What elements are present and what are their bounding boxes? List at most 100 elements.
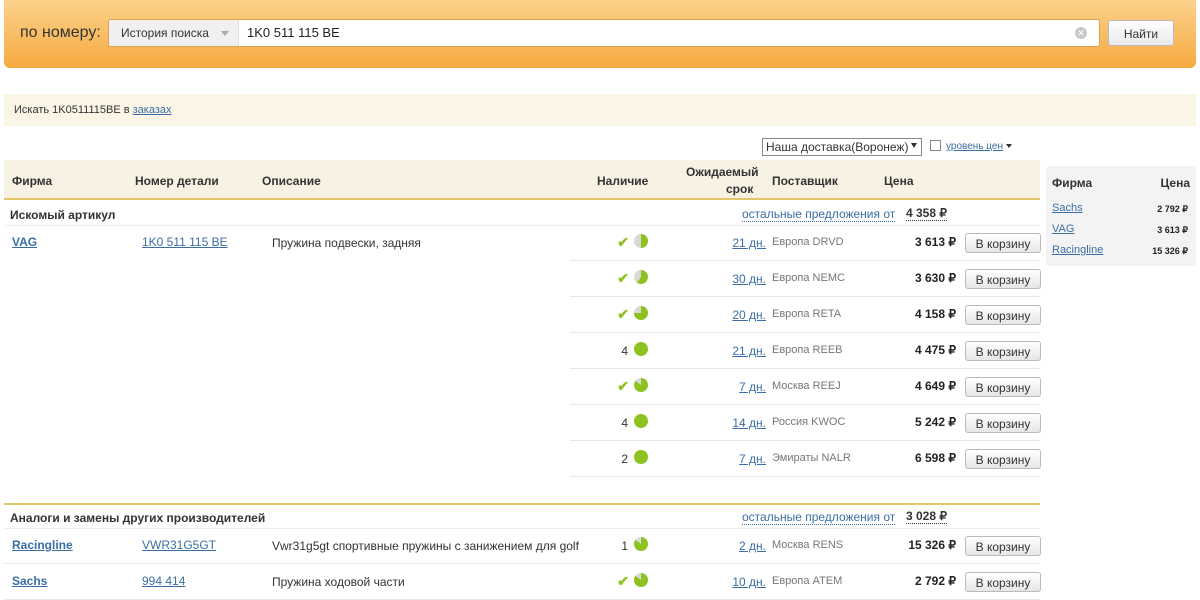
price-level-checkbox[interactable] [930, 140, 941, 151]
min-price[interactable]: 4 358 ₽ [906, 206, 947, 221]
availability-indicator: 1 [610, 537, 650, 553]
price-level-label: уровень цен [946, 141, 1003, 152]
panel-brand-header: Фирма [1052, 176, 1093, 190]
find-button[interactable]: Найти [1108, 20, 1174, 46]
availability-qty: 4 [621, 344, 628, 358]
add-to-cart-button[interactable]: В корзину [965, 233, 1041, 253]
delivery-days-link[interactable]: 7 дн. [724, 452, 766, 466]
chevron-down-icon [1005, 144, 1012, 148]
column-supplier[interactable]: Поставщик [772, 174, 838, 188]
delivery-days-link[interactable]: 21 дн. [724, 344, 766, 358]
add-to-cart-button[interactable]: В корзину [965, 269, 1041, 289]
search-in-orders: Искать 1K0511115BE в заказах [4, 94, 1196, 126]
part-number-link[interactable]: 994 414 [142, 574, 185, 588]
offer-price: 4 475 ₽ [915, 343, 956, 357]
stock-pie-icon [634, 573, 648, 587]
results-table-header: Фирма Номер детали Описание Наличие Ожид… [4, 160, 1040, 200]
supplier-name: Европа ATEM [772, 575, 843, 587]
column-expected-line1[interactable]: Ожидаемый [686, 165, 759, 179]
availability-qty: 4 [621, 416, 628, 430]
column-part-number[interactable]: Номер детали [135, 174, 219, 188]
add-to-cart-button[interactable]: В корзину [965, 413, 1041, 433]
offer-row: 2 7 дн. Эмираты NALR 6 598 ₽ В корзину [4, 441, 1041, 477]
stock-pie-icon [634, 414, 648, 428]
add-to-cart-button[interactable]: В корзину [965, 341, 1041, 361]
section-title: Аналоги и замены других производителей [10, 511, 266, 525]
availability-indicator: 4 [610, 342, 650, 358]
supplier-name: Россия KWOC [772, 416, 846, 428]
row-separator [570, 476, 1040, 477]
delivery-days-link[interactable]: 21 дн. [724, 236, 766, 250]
search-box: История поиска 1K0 511 115 BE ✕ [108, 19, 1100, 47]
chevron-down-icon [221, 31, 229, 36]
check-icon: ✔ [617, 270, 629, 286]
stock-pie-icon [634, 270, 648, 284]
column-price[interactable]: Цена [884, 174, 914, 188]
add-to-cart-button[interactable]: В корзину [965, 536, 1041, 556]
part-number-link[interactable]: VWR31G5GT [142, 538, 216, 552]
supplier-name: Москва REEJ [772, 380, 841, 392]
stock-pie-icon [634, 537, 648, 551]
panel-brand-link[interactable]: VAG [1052, 223, 1074, 235]
supplier-name: Москва RENS [772, 539, 844, 551]
add-to-cart-button[interactable]: В корзину [965, 572, 1041, 592]
availability-indicator: ✔ [610, 234, 650, 250]
availability-indicator: 4 [610, 414, 650, 430]
section-analogs: Аналоги и замены других производителей о… [4, 505, 1040, 529]
brand-link[interactable]: Sachs [12, 574, 47, 588]
search-history-label: История поиска [121, 26, 209, 40]
price-level-dropdown[interactable]: уровень цен [946, 141, 1012, 152]
add-to-cart-button[interactable]: В корзину [965, 449, 1041, 469]
offer-price: 15 326 ₽ [908, 538, 956, 552]
stock-pie-icon [634, 450, 648, 464]
panel-price-header: Цена [1160, 176, 1190, 190]
offer-row: Sachs 994 414 Пружина ходовой части ✔ 10 дн.… [4, 564, 1041, 600]
delivery-days-link[interactable]: 7 дн. [724, 380, 766, 394]
delivery-select-value: Наша доставка(Воронеж) [766, 140, 909, 154]
search-history-dropdown[interactable]: История поиска [109, 20, 239, 46]
brand-link[interactable]: Racingline [12, 538, 73, 552]
delivery-select[interactable]: Наша доставка(Воронеж) [762, 138, 922, 156]
availability-indicator: 2 [610, 450, 650, 466]
offer-price: 3 613 ₽ [915, 235, 956, 249]
availability-indicator: ✔ [610, 573, 650, 589]
delivery-days-link[interactable]: 10 дн. [724, 575, 766, 589]
panel-price: 15 326 ₽ [1152, 246, 1188, 256]
offer-price: 4 158 ₽ [915, 307, 956, 321]
column-brand[interactable]: Фирма [12, 174, 52, 188]
panel-brand-link[interactable]: Racingline [1052, 244, 1103, 256]
search-input[interactable]: 1K0 511 115 BE [247, 25, 340, 40]
offer-row: ✔ 21 дн. Европа DRVD 3 613 ₽ В корзину [4, 225, 1041, 261]
delivery-days-link[interactable]: 2 дн. [724, 539, 766, 553]
column-description[interactable]: Описание [262, 174, 321, 188]
panel-brand-link[interactable]: Sachs [1052, 202, 1083, 214]
orders-link[interactable]: заказах [133, 104, 172, 116]
other-offers-link[interactable]: остальные предложения от [742, 510, 896, 525]
other-offers-link[interactable]: остальные предложения от [742, 207, 896, 222]
clear-icon[interactable]: ✕ [1075, 27, 1087, 39]
column-availability[interactable]: Наличие [597, 174, 648, 188]
add-to-cart-button[interactable]: В корзину [965, 305, 1041, 325]
search-bar: по номеру: История поиска 1K0 511 115 BE… [4, 0, 1196, 68]
search-in-orders-text: Искать 1K0511115BE в [14, 104, 133, 116]
part-description: Vwr31g5gt спортивные пружины с занижение… [272, 539, 579, 553]
availability-qty: 2 [621, 452, 628, 466]
offer-row: ✔ 30 дн. Европа NEMC 3 630 ₽ В корзину [4, 261, 1041, 297]
delivery-days-link[interactable]: 20 дн. [724, 308, 766, 322]
part-description: Пружина ходовой части [272, 575, 405, 589]
supplier-name: Европа NEMC [772, 272, 845, 284]
section-searched: Искомый артикул остальные предложения от… [4, 202, 1040, 226]
offer-row: 4 14 дн. Россия KWOC 5 242 ₽ В корзину [4, 405, 1041, 441]
column-expected-line2[interactable]: срок [726, 182, 753, 196]
check-icon: ✔ [617, 306, 629, 322]
min-price[interactable]: 3 028 ₽ [906, 509, 947, 524]
stock-pie-icon [634, 342, 648, 356]
delivery-days-link[interactable]: 14 дн. [724, 416, 766, 430]
availability-indicator: ✔ [610, 270, 650, 286]
add-to-cart-button[interactable]: В корзину [965, 377, 1041, 397]
delivery-days-link[interactable]: 30 дн. [724, 272, 766, 286]
supplier-name: Эмираты NALR [772, 452, 851, 464]
stock-pie-icon [634, 378, 648, 392]
offer-price: 3 630 ₽ [915, 271, 956, 285]
availability-indicator: ✔ [610, 378, 650, 394]
